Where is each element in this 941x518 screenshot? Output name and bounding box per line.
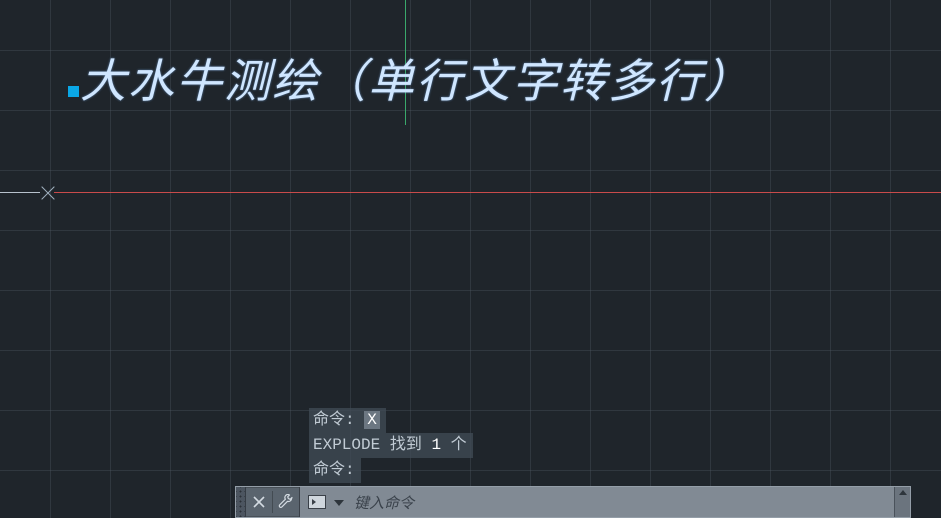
cmd-hist-count: 1	[431, 436, 441, 454]
cmd-hist-exp: EXPLODE	[313, 436, 380, 454]
wrench-icon[interactable]	[273, 487, 299, 517]
close-icon[interactable]	[246, 487, 272, 517]
command-input[interactable]: 键入命令	[299, 487, 894, 517]
drag-handle-icon[interactable]	[236, 487, 246, 517]
x-axis	[54, 192, 941, 193]
chevron-down-icon[interactable]	[334, 493, 346, 511]
command-line-bar: 键入命令	[235, 486, 911, 518]
command-placeholder: 键入命令	[354, 492, 414, 513]
aux-line	[0, 192, 40, 193]
cmd-hist-cmd: X	[364, 411, 380, 429]
cmd-hist-prefix: 命令:	[313, 411, 364, 429]
prompt-icon	[308, 495, 326, 509]
command-history: 命令: X EXPLODE 找到 1 个 命令:	[309, 408, 473, 483]
selection-grip[interactable]	[68, 86, 79, 97]
text-entity[interactable]: 大水牛测绘（单行文字转多行）	[80, 45, 752, 111]
history-up-icon[interactable]	[894, 487, 910, 517]
drawing-canvas[interactable]: 大水牛测绘（单行文字转多行） 命令: X EXPLODE 找到 1 个 命令:	[0, 0, 941, 518]
cmd-hist-prompt: 命令:	[309, 458, 361, 483]
ucs-cross-icon	[38, 183, 58, 203]
